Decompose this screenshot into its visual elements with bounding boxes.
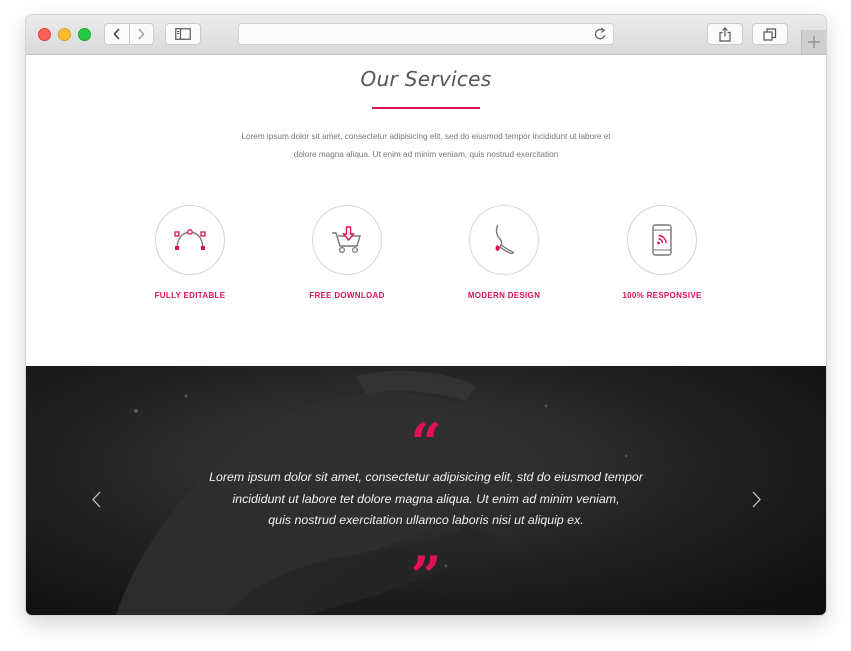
navigation-buttons [104, 23, 154, 45]
testimonial-line: quis nostrud exercitation ullamco labori… [268, 513, 584, 527]
service-label: 100% RESPONSIVE [622, 291, 702, 300]
share-button[interactable] [707, 23, 743, 45]
intro-line: Lorem ipsum dolor sit amet, consectetur … [241, 132, 611, 141]
service-fully-editable: FULLY EDITABLE [125, 205, 255, 300]
testimonial-text: Lorem ipsum dolor sit amet, consectetur … [176, 467, 676, 532]
service-icon-circle [155, 205, 225, 275]
service-icon-circle [627, 205, 697, 275]
mobile-phone-icon [652, 224, 672, 256]
plus-icon [808, 36, 820, 48]
sidebar-button[interactable] [165, 23, 201, 45]
testimonial-line: Lorem ipsum dolor sit amet, consectetur … [209, 470, 643, 484]
browser-window: Our Services Lorem ipsum dolor sit amet,… [26, 15, 826, 615]
forward-button[interactable] [128, 24, 154, 44]
testimonial-slider: “ Lorem ipsum dolor sit amet, consectetu… [26, 366, 826, 615]
minimize-window-button[interactable] [58, 28, 71, 41]
reload-icon [594, 27, 606, 40]
testimonial-line: incididunt ut labore tet dolore magna al… [232, 491, 620, 506]
bezier-curve-icon [174, 229, 206, 250]
slider-prev-button[interactable] [89, 489, 103, 509]
service-label: MODERN DESIGN [467, 291, 541, 300]
chevron-left-icon [91, 491, 100, 507]
back-button[interactable] [105, 24, 129, 44]
section-intro: Lorem ipsum dolor sit amet, consectetur … [206, 128, 646, 164]
service-label: FULLY EDITABLE [154, 291, 226, 300]
service-icon-circle [312, 205, 382, 275]
browser-toolbar [26, 15, 826, 55]
chevron-right-icon [752, 491, 761, 507]
open-quote-icon: “ [410, 411, 442, 475]
service-free-download: FREE DOWNLOAD [282, 205, 412, 300]
tabs-icon [763, 27, 777, 41]
chevron-right-icon [138, 28, 145, 40]
close-window-button[interactable] [38, 28, 51, 41]
service-label: FREE DOWNLOAD [309, 291, 385, 300]
section-title: Our Services [360, 67, 492, 91]
slider-next-button[interactable] [749, 489, 763, 509]
close-quote-icon: ” [410, 544, 442, 608]
service-icon-circle [469, 205, 539, 275]
cart-download-icon [332, 226, 361, 254]
service-modern-design: MODERN DESIGN [439, 205, 569, 300]
share-icon [719, 26, 731, 42]
intro-line: dolore magna aliqua. Ut enim ad minim ve… [293, 150, 559, 159]
show-tabs-button[interactable] [752, 23, 788, 45]
chevron-left-icon [113, 28, 120, 40]
sidebar-icon [175, 28, 191, 40]
zoom-window-button[interactable] [78, 28, 91, 41]
service-responsive: 100% RESPONSIVE [597, 205, 727, 300]
new-tab-button[interactable] [801, 30, 826, 54]
title-underline [372, 107, 480, 109]
page-content: Our Services Lorem ipsum dolor sit amet,… [26, 55, 826, 615]
address-bar[interactable] [238, 23, 614, 45]
reload-button[interactable] [594, 27, 607, 46]
paintbrush-icon [495, 224, 514, 255]
